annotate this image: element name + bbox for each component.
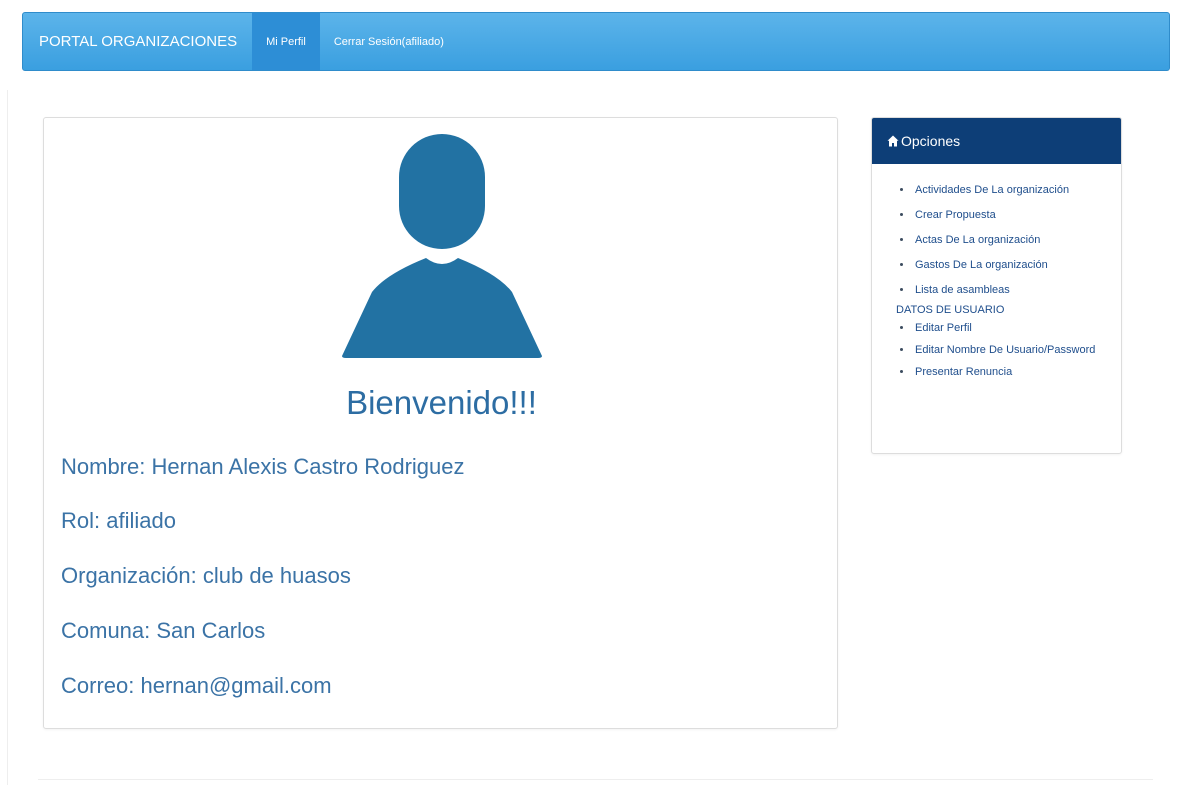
navbar-brand[interactable]: PORTAL ORGANIZACIONES [23,33,252,50]
menu-item-crear-propuesta[interactable]: Crear Propuesta [887,208,1121,222]
options-panel: Opciones Actividades De La organización … [871,117,1122,454]
bullet [900,188,903,191]
welcome-heading: Bienvenido!!! [346,384,537,421]
menu-item-label: Editar Nombre De Usuario/Password [915,344,1096,356]
menu-item-label: Actividades De La organización [915,184,1070,196]
nav-item-mi-perfil[interactable]: Mi Perfil [252,13,320,70]
menu-item-presentar-renuncia[interactable]: Presentar Renuncia [887,365,1121,379]
nav-item-cerrar-sesion[interactable]: Cerrar Sesión(afiliado) [320,13,458,70]
user-options-list: Editar Perfil Editar Nombre De Usuario/P… [887,321,1121,379]
menu-item-editar-perfil[interactable]: Editar Perfil [887,321,1121,335]
bullet [900,348,903,351]
menu-item-actividades[interactable]: Actividades De La organización [887,183,1121,197]
profile-comuna: Comuna: San Carlos [61,618,266,643]
profile-name: Nombre: Hernan Alexis Castro Rodriguez [61,454,465,479]
options-body: Actividades De La organización Crear Pro… [872,164,1121,379]
bullet [900,238,903,241]
options-list: Actividades De La organización Crear Pro… [887,183,1121,297]
bullet [900,213,903,216]
page-left-border [7,90,8,785]
options-header: Opciones [872,118,1121,164]
profile-role: Rol: afiliado [61,508,176,533]
menu-item-label: Presentar Renuncia [915,366,1013,378]
bullet [900,326,903,329]
profile-card: Bienvenido!!! Nombre: Hernan Alexis Cast… [43,117,838,729]
page-bottom-border [38,779,1153,780]
home-icon [887,135,899,147]
options-title: Opciones [901,133,961,149]
menu-item-label: Editar Perfil [915,322,972,334]
menu-item-actas[interactable]: Actas De La organización [887,233,1121,247]
menu-item-gastos[interactable]: Gastos De La organización [887,258,1121,272]
top-navbar: PORTAL ORGANIZACIONES Mi Perfil Cerrar S… [22,12,1170,71]
menu-item-label: Actas De La organización [915,234,1041,246]
bullet [900,263,903,266]
menu-item-asambleas[interactable]: Lista de asambleas [887,283,1121,297]
menu-item-label: Crear Propuesta [915,209,996,221]
user-data-section-label: DATOS DE USUARIO [896,304,1005,316]
menu-item-editar-usuario-password[interactable]: Editar Nombre De Usuario/Password [887,343,1121,357]
bullet [900,288,903,291]
profile-email: Correo: hernan@gmail.com [61,673,332,698]
menu-item-label: Gastos De La organización [915,259,1048,271]
user-silhouette-icon [342,134,542,358]
profile-organization: Organización: club de huasos [61,563,351,588]
menu-item-label: Lista de asambleas [915,284,1010,296]
bullet [900,370,903,373]
